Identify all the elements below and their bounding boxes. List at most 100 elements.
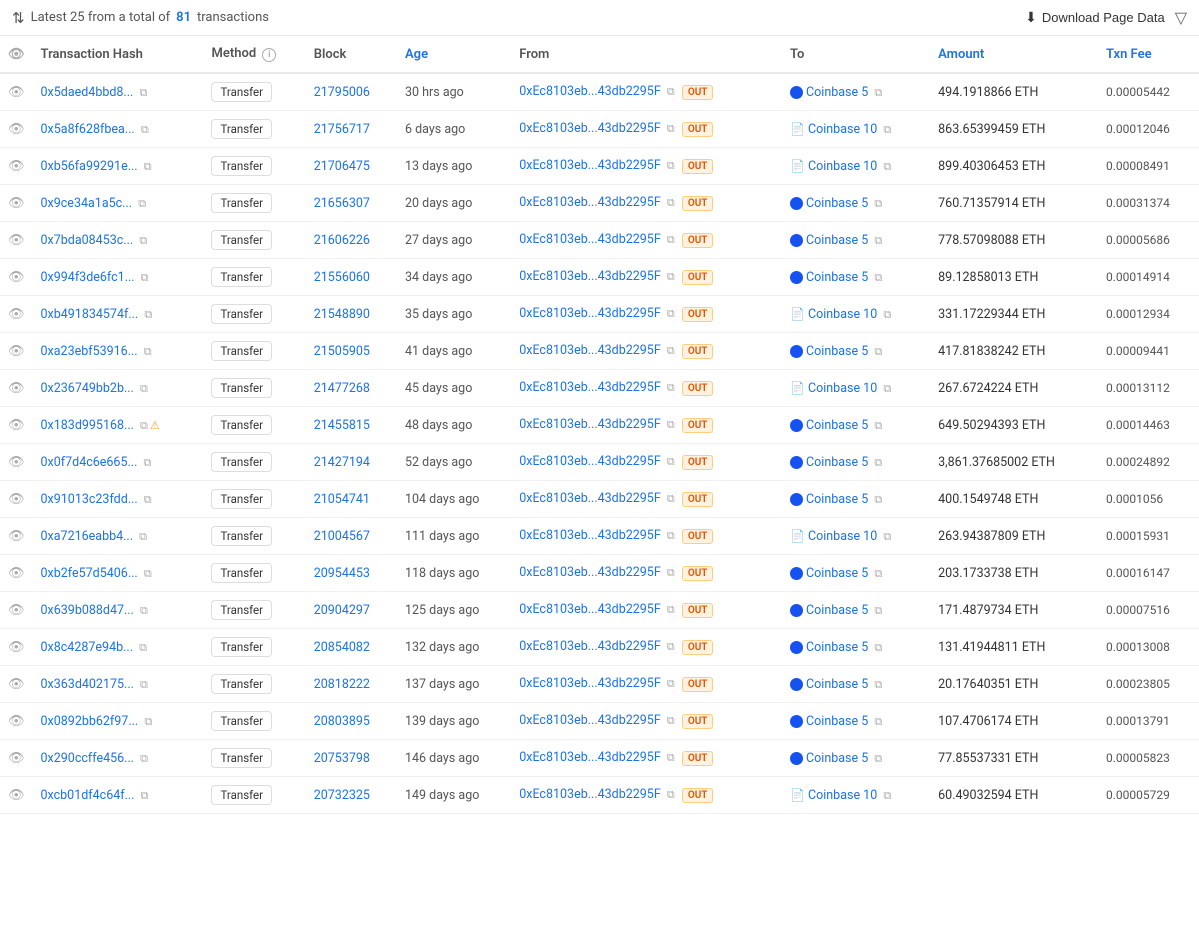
copy-from-icon[interactable]: ⧉: [667, 714, 675, 727]
from-address-link[interactable]: 0xEc8103eb...43db2295F: [519, 491, 661, 506]
to-address-link[interactable]: Coinbase 10: [808, 307, 877, 322]
block-link[interactable]: 21427194: [314, 455, 370, 470]
copy-hash-icon[interactable]: ⧉: [144, 345, 152, 358]
block-link[interactable]: 20854082: [314, 640, 370, 655]
copy-from-icon[interactable]: ⧉: [667, 603, 675, 616]
copy-to-icon[interactable]: ⧉: [883, 308, 891, 321]
copy-hash-icon[interactable]: ⧉: [140, 604, 148, 617]
to-address-link[interactable]: Coinbase 10: [808, 788, 877, 803]
eye-icon[interactable]: 👁: [8, 751, 25, 766]
block-link[interactable]: 20818222: [314, 677, 370, 692]
copy-hash-icon[interactable]: ⧉: [139, 641, 147, 654]
eye-icon[interactable]: 👁: [8, 381, 25, 396]
tx-hash-link[interactable]: 0x0f7d4c6e665...: [41, 455, 138, 470]
eye-icon[interactable]: 👁: [8, 455, 25, 470]
copy-hash-icon[interactable]: ⧉: [139, 530, 147, 543]
to-address-link[interactable]: Coinbase 5: [806, 418, 868, 433]
copy-to-icon[interactable]: ⧉: [874, 345, 882, 358]
from-address-link[interactable]: 0xEc8103eb...43db2295F: [519, 602, 661, 617]
copy-hash-icon[interactable]: ⧉: [140, 419, 148, 432]
tx-hash-link[interactable]: 0x639b088d47...: [41, 603, 134, 618]
from-address-link[interactable]: 0xEc8103eb...43db2295F: [519, 676, 661, 691]
block-link[interactable]: 21706475: [314, 159, 370, 174]
eye-icon[interactable]: 👁: [8, 603, 25, 618]
from-address-link[interactable]: 0xEc8103eb...43db2295F: [519, 528, 661, 543]
from-address-link[interactable]: 0xEc8103eb...43db2295F: [519, 232, 661, 247]
to-address-link[interactable]: Coinbase 5: [806, 344, 868, 359]
from-address-link[interactable]: 0xEc8103eb...43db2295F: [519, 565, 661, 580]
eye-icon[interactable]: 👁: [8, 566, 25, 581]
to-address-link[interactable]: Coinbase 10: [808, 159, 877, 174]
from-address-link[interactable]: 0xEc8103eb...43db2295F: [519, 195, 661, 210]
eye-icon[interactable]: 👁: [8, 788, 25, 803]
copy-hash-icon[interactable]: ⧉: [141, 789, 149, 802]
tx-hash-link[interactable]: 0x183d995168...: [41, 418, 134, 433]
copy-from-icon[interactable]: ⧉: [667, 307, 675, 320]
copy-from-icon[interactable]: ⧉: [667, 270, 675, 283]
eye-icon[interactable]: 👁: [8, 233, 25, 248]
block-link[interactable]: 21477268: [314, 381, 370, 396]
eye-icon[interactable]: 👁: [8, 85, 25, 100]
method-info-icon[interactable]: i: [262, 48, 276, 62]
to-address-link[interactable]: Coinbase 5: [806, 233, 868, 248]
copy-to-icon[interactable]: ⧉: [874, 604, 882, 617]
to-address-link[interactable]: Coinbase 5: [806, 566, 868, 581]
download-button[interactable]: ⬇ Download Page Data: [1025, 9, 1165, 26]
eye-icon[interactable]: 👁: [8, 270, 25, 285]
from-address-link[interactable]: 0xEc8103eb...43db2295F: [519, 158, 661, 173]
copy-hash-icon[interactable]: ⧉: [140, 382, 148, 395]
from-address-link[interactable]: 0xEc8103eb...43db2295F: [519, 417, 661, 432]
from-address-link[interactable]: 0xEc8103eb...43db2295F: [519, 121, 661, 136]
tx-hash-link[interactable]: 0xa23ebf53916...: [41, 344, 138, 359]
copy-from-icon[interactable]: ⧉: [667, 85, 675, 98]
copy-hash-icon[interactable]: ⧉: [139, 86, 147, 99]
to-address-link[interactable]: Coinbase 5: [806, 196, 868, 211]
copy-to-icon[interactable]: ⧉: [874, 271, 882, 284]
copy-to-icon[interactable]: ⧉: [874, 197, 882, 210]
copy-to-icon[interactable]: ⧉: [874, 493, 882, 506]
eye-icon[interactable]: 👁: [8, 196, 25, 211]
copy-to-icon[interactable]: ⧉: [874, 419, 882, 432]
copy-to-icon[interactable]: ⧉: [883, 382, 891, 395]
to-address-link[interactable]: Coinbase 5: [806, 677, 868, 692]
copy-from-icon[interactable]: ⧉: [667, 677, 675, 690]
tx-hash-link[interactable]: 0xcb01df4c64f...: [41, 788, 135, 803]
tx-hash-link[interactable]: 0x7bda08453c...: [41, 233, 134, 248]
block-link[interactable]: 20904297: [314, 603, 370, 618]
block-link[interactable]: 21756717: [314, 122, 370, 137]
block-link[interactable]: 21455815: [314, 418, 370, 433]
tx-hash-link[interactable]: 0x290ccffe456...: [41, 751, 135, 766]
copy-hash-icon[interactable]: ⧉: [144, 567, 152, 580]
copy-from-icon[interactable]: ⧉: [667, 788, 675, 801]
copy-to-icon[interactable]: ⧉: [883, 160, 891, 173]
block-link[interactable]: 21505905: [314, 344, 370, 359]
tx-hash-link[interactable]: 0x363d402175...: [41, 677, 134, 692]
to-address-link[interactable]: Coinbase 10: [808, 122, 877, 137]
copy-from-icon[interactable]: ⧉: [667, 159, 675, 172]
copy-hash-icon[interactable]: ⧉: [141, 123, 149, 136]
copy-to-icon[interactable]: ⧉: [874, 86, 882, 99]
copy-from-icon[interactable]: ⧉: [667, 122, 675, 135]
tx-hash-link[interactable]: 0xb491834574f...: [41, 307, 139, 322]
tx-hash-link[interactable]: 0xa7216eabb4...: [41, 529, 134, 544]
eye-icon[interactable]: 👁: [8, 344, 25, 359]
eye-icon[interactable]: 👁: [8, 640, 25, 655]
block-link[interactable]: 21795006: [314, 85, 370, 100]
copy-from-icon[interactable]: ⧉: [667, 381, 675, 394]
eye-icon[interactable]: 👁: [8, 307, 25, 322]
to-address-link[interactable]: Coinbase 5: [806, 751, 868, 766]
eye-icon[interactable]: 👁: [8, 714, 25, 729]
to-address-link[interactable]: Coinbase 5: [806, 714, 868, 729]
copy-from-icon[interactable]: ⧉: [667, 455, 675, 468]
copy-hash-icon[interactable]: ⧉: [144, 308, 152, 321]
block-link[interactable]: 20803895: [314, 714, 370, 729]
eye-icon[interactable]: 👁: [8, 122, 25, 137]
copy-to-icon[interactable]: ⧉: [874, 456, 882, 469]
copy-from-icon[interactable]: ⧉: [667, 751, 675, 764]
block-link[interactable]: 21556060: [314, 270, 370, 285]
copy-hash-icon[interactable]: ⧉: [139, 234, 147, 247]
from-address-link[interactable]: 0xEc8103eb...43db2295F: [519, 750, 661, 765]
copy-to-icon[interactable]: ⧉: [883, 530, 891, 543]
copy-hash-icon[interactable]: ⧉: [140, 752, 148, 765]
to-address-link[interactable]: Coinbase 10: [808, 381, 877, 396]
